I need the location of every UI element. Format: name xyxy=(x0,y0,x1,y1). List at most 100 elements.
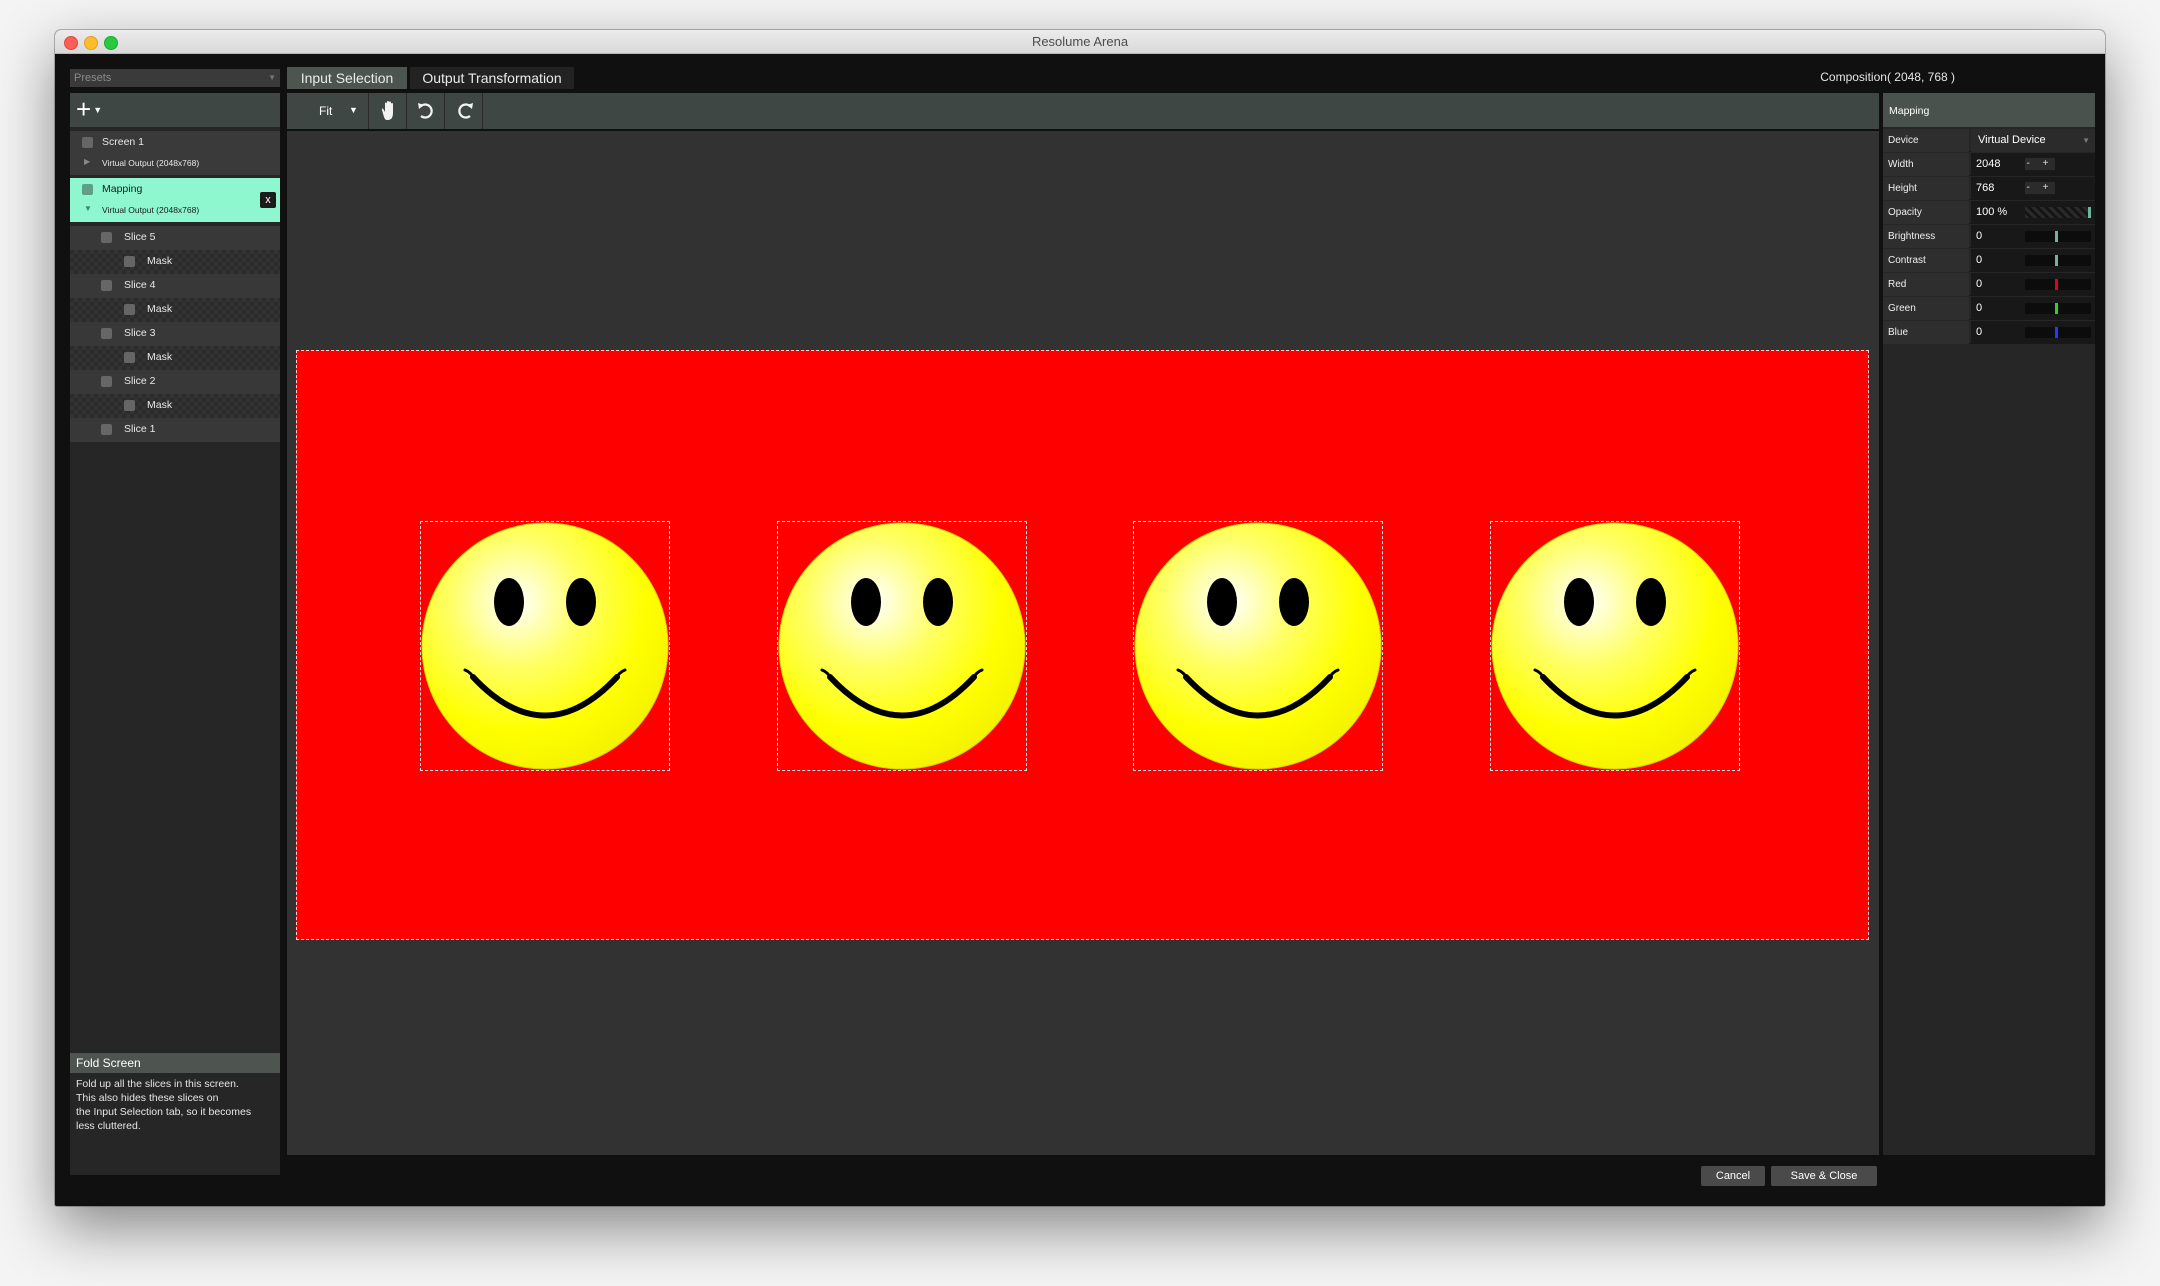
slice-smiley-2[interactable] xyxy=(777,521,1027,771)
slice-3-mask-label: Mask xyxy=(147,351,173,363)
add-button[interactable]: + ▼ xyxy=(76,94,116,124)
device-label: Device xyxy=(1883,129,1969,152)
contrast-label: Contrast xyxy=(1883,249,1969,272)
height-value[interactable]: 768 xyxy=(1976,182,1994,194)
tree-item-slice-3-mask[interactable]: Mask xyxy=(70,346,280,370)
mapping-output-label: Virtual Output (2048x768) xyxy=(102,205,200,215)
property-row-device: Device Virtual Device ▼ xyxy=(1883,129,2095,152)
slice-5-mask-checkbox[interactable] xyxy=(124,256,135,267)
red-field[interactable]: 0 xyxy=(1971,273,2095,296)
tab-output-transformation[interactable]: Output Transformation xyxy=(410,67,574,89)
undo-icon xyxy=(418,103,433,119)
device-dropdown[interactable]: Virtual Device ▼ xyxy=(1971,129,2095,152)
title-bar: Resolume Arena xyxy=(55,30,2105,54)
mapping-checkbox[interactable] xyxy=(82,184,93,195)
property-row-height: Height 768 - + xyxy=(1883,177,2095,200)
smiley-face-icon xyxy=(1134,522,1382,770)
brightness-label: Brightness xyxy=(1883,225,1969,248)
slice-smiley-4[interactable] xyxy=(1490,521,1740,771)
brightness-value: 0 xyxy=(1976,230,1983,242)
slice-4-mask-checkbox[interactable] xyxy=(124,304,135,315)
hand-tool-button[interactable] xyxy=(370,93,407,129)
height-stepper[interactable]: - + xyxy=(2025,182,2055,194)
canvas-toolbar: Fit ▼ xyxy=(287,93,1879,129)
tree-item-slice-1[interactable]: Slice 1 xyxy=(70,418,280,442)
property-row-opacity: Opacity 100 % xyxy=(1883,201,2095,224)
device-value: Virtual Device xyxy=(1978,134,2046,146)
height-field[interactable]: 768 - + xyxy=(1971,177,2095,200)
zoom-dropdown[interactable]: Fit ▼ xyxy=(287,93,369,129)
smiley-face-icon xyxy=(421,522,669,770)
tree-item-slice-5-mask[interactable]: Mask xyxy=(70,250,280,274)
contrast-slider-handle[interactable] xyxy=(2055,255,2058,266)
opacity-slider-handle[interactable] xyxy=(2088,207,2091,218)
red-slider[interactable] xyxy=(2025,279,2091,290)
tree-item-slice-3[interactable]: Slice 3 xyxy=(70,322,280,346)
brightness-slider[interactable] xyxy=(2025,231,2091,242)
property-row-blue: Blue 0 xyxy=(1883,321,2095,344)
red-slider-handle[interactable] xyxy=(2055,279,2058,290)
redo-button[interactable] xyxy=(446,93,483,129)
width-value[interactable]: 2048 xyxy=(1976,158,2000,170)
green-label: Green xyxy=(1883,297,1969,320)
screen-1-checkbox[interactable] xyxy=(82,137,93,148)
tree-item-slice-4-mask[interactable]: Mask xyxy=(70,298,280,322)
close-icon[interactable]: x xyxy=(260,192,276,208)
tree-item-slice-2[interactable]: Slice 2 xyxy=(70,370,280,394)
presets-dropdown[interactable]: Presets ▼ xyxy=(70,69,280,87)
chevron-down-icon: ▼ xyxy=(93,105,103,115)
blue-slider[interactable] xyxy=(2025,327,2091,338)
green-slider[interactable] xyxy=(2025,303,2091,314)
blue-field[interactable]: 0 xyxy=(1971,321,2095,344)
plus-icon: + xyxy=(76,94,92,124)
window-title: Resolume Arena xyxy=(1031,34,1129,49)
blue-slider-handle[interactable] xyxy=(2055,327,2058,338)
slice-2-mask-checkbox[interactable] xyxy=(124,400,135,411)
slice-1-checkbox[interactable] xyxy=(101,424,112,435)
undo-button[interactable] xyxy=(408,93,445,129)
green-field[interactable]: 0 xyxy=(1971,297,2095,320)
mapping-label: Mapping xyxy=(102,183,143,195)
chevron-down-icon: ▼ xyxy=(268,73,276,82)
slice-5-checkbox[interactable] xyxy=(101,232,112,243)
save-and-close-button[interactable]: Save & Close xyxy=(1771,1166,1877,1186)
presets-label: Presets xyxy=(74,72,112,84)
expand-triangle-icon[interactable]: ▶ xyxy=(84,157,90,166)
slice-3-checkbox[interactable] xyxy=(101,328,112,339)
contrast-slider[interactable] xyxy=(2025,255,2091,266)
screen-1-label: Screen 1 xyxy=(102,136,145,148)
property-row-contrast: Contrast 0 xyxy=(1883,249,2095,272)
property-row-green: Green 0 xyxy=(1883,297,2095,320)
slice-4-checkbox[interactable] xyxy=(101,280,112,291)
tree-item-slice-4[interactable]: Slice 4 xyxy=(70,274,280,298)
contrast-value: 0 xyxy=(1976,254,1983,266)
contrast-field[interactable]: 0 xyxy=(1971,249,2095,272)
width-stepper[interactable]: - + xyxy=(2025,158,2055,170)
slice-2-checkbox[interactable] xyxy=(101,376,112,387)
opacity-field[interactable]: 100 % xyxy=(1971,201,2095,224)
slice-5-mask-label: Mask xyxy=(147,255,173,267)
chevron-down-icon: ▼ xyxy=(2082,136,2090,145)
slice-smiley-1[interactable] xyxy=(420,521,670,771)
mapping-canvas[interactable] xyxy=(287,131,1879,1155)
composition-size-label: Composition( 2048, 768 ) xyxy=(1820,70,1955,84)
collapse-triangle-icon[interactable]: ▼ xyxy=(84,204,92,213)
cancel-button[interactable]: Cancel xyxy=(1701,1166,1765,1186)
width-field[interactable]: 2048 - + xyxy=(1971,153,2095,176)
brightness-field[interactable]: 0 xyxy=(1971,225,2095,248)
slice-smiley-3[interactable] xyxy=(1133,521,1383,771)
tab-input-selection[interactable]: Input Selection xyxy=(287,67,407,89)
opacity-value: 100 % xyxy=(1976,206,2008,218)
opacity-label: Opacity xyxy=(1883,201,1969,224)
composition-area[interactable] xyxy=(296,350,1869,940)
tree-item-screen-1[interactable]: Screen 1 ▶ Virtual Output (2048x768) xyxy=(70,131,280,175)
tree-item-mapping[interactable]: Mapping ▼ Virtual Output (2048x768) x xyxy=(70,178,280,222)
tree-item-slice-2-mask[interactable]: Mask xyxy=(70,394,280,418)
slice-4-label: Slice 4 xyxy=(124,279,156,291)
green-slider-handle[interactable] xyxy=(2055,303,2058,314)
slice-2-label: Slice 2 xyxy=(124,375,156,387)
tree-item-slice-5[interactable]: Slice 5 xyxy=(70,226,280,250)
opacity-slider[interactable] xyxy=(2025,207,2091,218)
slice-3-mask-checkbox[interactable] xyxy=(124,352,135,363)
brightness-slider-handle[interactable] xyxy=(2055,231,2058,242)
